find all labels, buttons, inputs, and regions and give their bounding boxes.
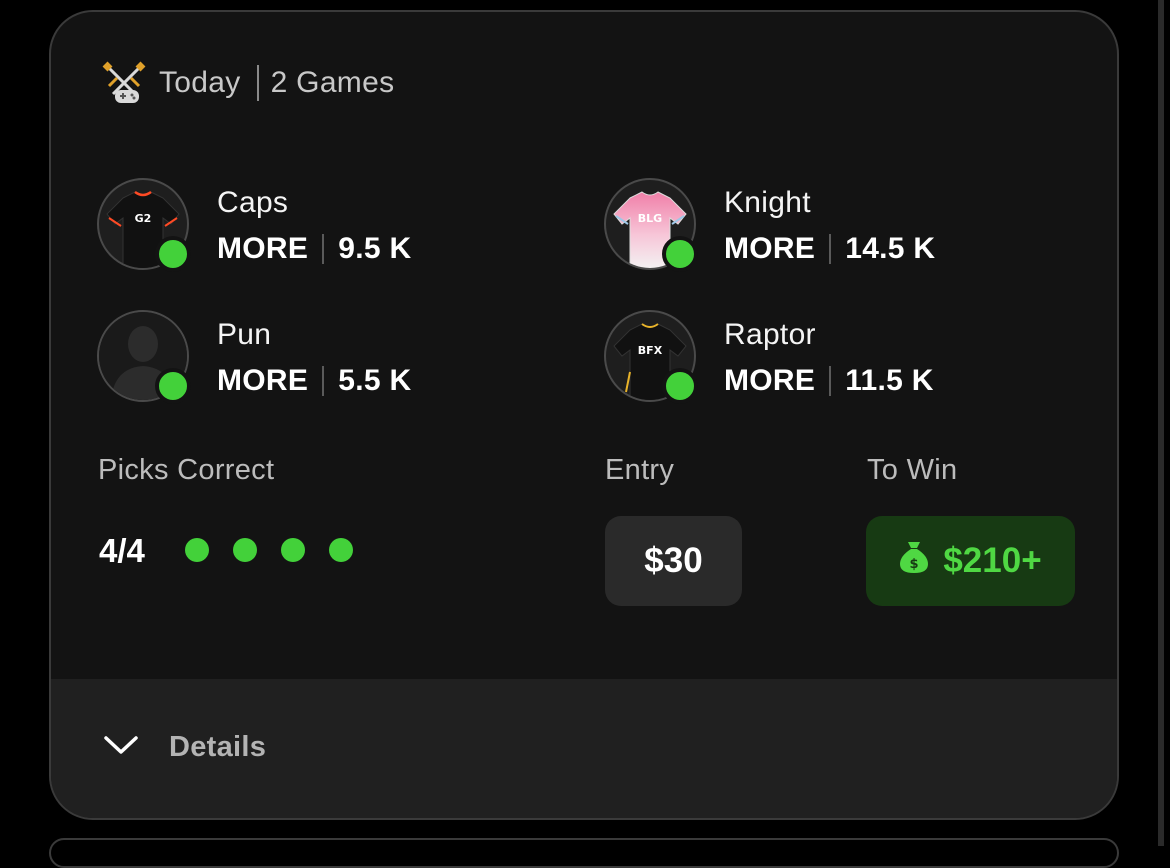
pick-direction: MORE [724,364,816,397]
pick-result-dot [185,538,209,562]
pick-separator [829,366,832,396]
player-card-raptor[interactable]: BFX Raptor MORE 11.5 K [604,310,1024,410]
to-win-amount-box: $ $210+ [866,516,1075,606]
pick-line-value: 14.5 K [845,232,936,265]
status-dot [662,236,698,272]
pick-result-dot [329,538,353,562]
player-name: Pun [217,318,272,351]
entry-amount: $30 [644,541,703,580]
crossed-swords-gamepad-icon [101,60,147,106]
details-toggle[interactable]: Details [103,731,266,764]
pick-line-value: 9.5 K [338,232,412,265]
player-card-knight[interactable]: BLG Knight MORE 14.5 K [604,178,1024,278]
player-name: Raptor [724,318,816,351]
svg-text:$: $ [910,557,919,572]
chevron-down-icon[interactable] [103,731,139,764]
status-dot [155,368,191,404]
status-dot [662,368,698,404]
pick-separator [829,234,832,264]
card-footer: Details [51,679,1117,818]
player-pick-line: MORE 5.5 K [217,364,411,398]
header-day: Today [159,66,241,99]
pick-result-dots [185,538,377,562]
player-pick-line: MORE 14.5 K [724,232,935,266]
jersey-text: BLG [638,212,662,225]
pick-line-value: 5.5 K [338,364,412,397]
player-pick-line: MORE 11.5 K [724,364,934,398]
player-name: Caps [217,186,289,219]
entry-label: Entry [605,454,675,486]
pick-direction: MORE [724,232,816,265]
card-header: Today 2 Games [101,60,394,106]
header-divider [256,65,259,101]
player-card-caps[interactable]: G2 Caps MORE 9.5 K [97,178,517,278]
header-games-count: 2 Games [270,66,395,99]
pick-result-dot [233,538,257,562]
pick-separator [322,366,325,396]
to-win-amount: $210+ [943,541,1042,580]
entry-amount-box: $30 [605,516,742,606]
jersey-text: G2 [135,212,152,225]
status-dot [155,236,191,272]
details-label[interactable]: Details [169,731,266,764]
picks-correct-value: 4/4 [99,532,145,569]
pick-separator [322,234,325,264]
pick-result-dot [281,538,305,562]
pick-line-value: 11.5 K [845,364,934,397]
to-win-label: To Win [867,454,958,486]
pick-direction: MORE [217,232,309,265]
jersey-text: BFX [638,344,663,357]
pick-direction: MORE [217,364,309,397]
entry-card[interactable]: Today 2 Games G2 Caps MORE 9.5 K BLG Kni… [49,10,1119,820]
player-name: Knight [724,186,811,219]
picks-correct-label: Picks Correct [98,454,275,486]
screen-edge [1158,0,1164,846]
player-pick-line: MORE 9.5 K [217,232,411,266]
player-card-pun[interactable]: Pun MORE 5.5 K [97,310,517,410]
money-bag-icon: $ [899,540,929,583]
next-card-edge [49,838,1119,868]
